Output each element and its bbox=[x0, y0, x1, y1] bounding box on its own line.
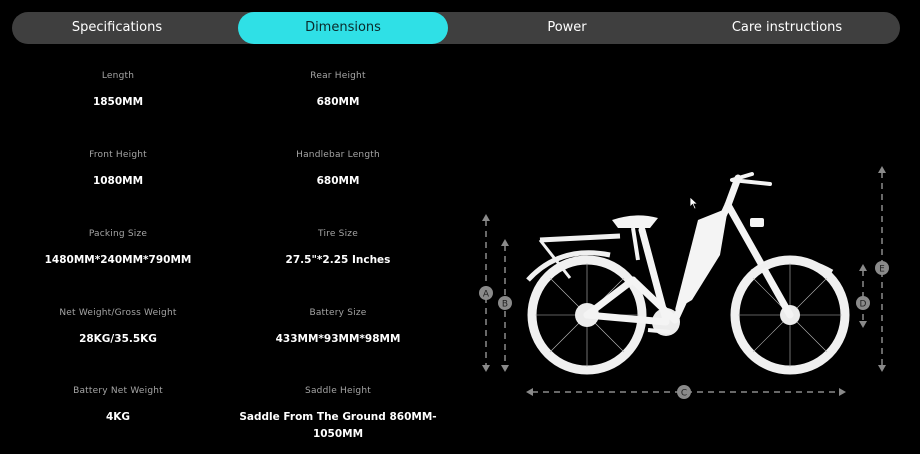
spec-front-height: Front Height 1080MM bbox=[18, 150, 218, 190]
spec-value: 1850MM bbox=[92, 96, 144, 108]
spec-label: Tire Size bbox=[318, 229, 358, 239]
spec-label: Battery Net Weight bbox=[73, 386, 163, 396]
tab-power[interactable]: Power bbox=[462, 12, 672, 44]
spec-label: Saddle Height bbox=[305, 386, 371, 396]
tab-care-instructions[interactable]: Care instructions bbox=[682, 12, 892, 44]
spec-battery-weight: Battery Net Weight 4KG bbox=[18, 386, 218, 426]
tab-specifications[interactable]: Specifications bbox=[12, 12, 222, 44]
spec-handlebar-length: Handlebar Length 680MM bbox=[238, 150, 438, 190]
spec-label: Front Height bbox=[89, 150, 147, 160]
spec-value: 1080MM bbox=[92, 175, 144, 187]
spec-label: Rear Height bbox=[310, 71, 366, 81]
marker-d-icon: D bbox=[856, 296, 870, 310]
spec-rear-height: Rear Height 680MM bbox=[238, 71, 438, 111]
spec-value: Saddle From The Ground 860MM-1050MM bbox=[239, 411, 437, 440]
spec-value: 28KG/35.5KG bbox=[79, 333, 157, 345]
mouse-cursor-icon bbox=[689, 196, 699, 210]
spec-saddle-height: Saddle Height Saddle From The Ground 860… bbox=[238, 386, 438, 443]
svg-text:D: D bbox=[860, 300, 867, 310]
spec-length: Length 1850MM bbox=[18, 71, 218, 111]
spec-packing-size: Packing Size 1480MM*240MM*790MM bbox=[18, 229, 218, 269]
spec-value: 433MM*93MM*98MM bbox=[275, 333, 401, 345]
spec-label: Length bbox=[101, 71, 135, 81]
marker-b-icon: B bbox=[498, 296, 512, 310]
bike-illustration bbox=[526, 172, 850, 375]
spec-value: 1480MM*240MM*790MM bbox=[44, 254, 192, 266]
spec-value: 4KG bbox=[105, 411, 131, 423]
marker-a-icon: A bbox=[479, 286, 493, 300]
spec-label: Net Weight/Gross Weight bbox=[59, 308, 177, 318]
tab-dimensions[interactable]: Dimensions bbox=[238, 12, 448, 44]
spec-label: Battery Size bbox=[309, 308, 367, 318]
spec-weight: Net Weight/Gross Weight 28KG/35.5KG bbox=[18, 308, 218, 348]
marker-e-icon: E bbox=[875, 261, 889, 275]
spec-value: 680MM bbox=[316, 175, 360, 187]
spec-tire-size: Tire Size 27.5"*2.25 Inches bbox=[238, 229, 438, 269]
svg-text:A: A bbox=[483, 290, 490, 300]
svg-text:C: C bbox=[681, 389, 687, 399]
spec-value: 680MM bbox=[316, 96, 360, 108]
svg-text:B: B bbox=[502, 300, 508, 310]
spec-value: 27.5"*2.25 Inches bbox=[285, 254, 391, 266]
tab-bar: Specifications Dimensions Power Care ins… bbox=[12, 12, 900, 44]
svg-text:E: E bbox=[879, 265, 885, 275]
spec-battery-size: Battery Size 433MM*93MM*98MM bbox=[238, 308, 438, 348]
marker-c-icon: C bbox=[677, 385, 691, 399]
spec-label: Packing Size bbox=[88, 229, 148, 239]
spec-label: Handlebar Length bbox=[296, 150, 380, 160]
